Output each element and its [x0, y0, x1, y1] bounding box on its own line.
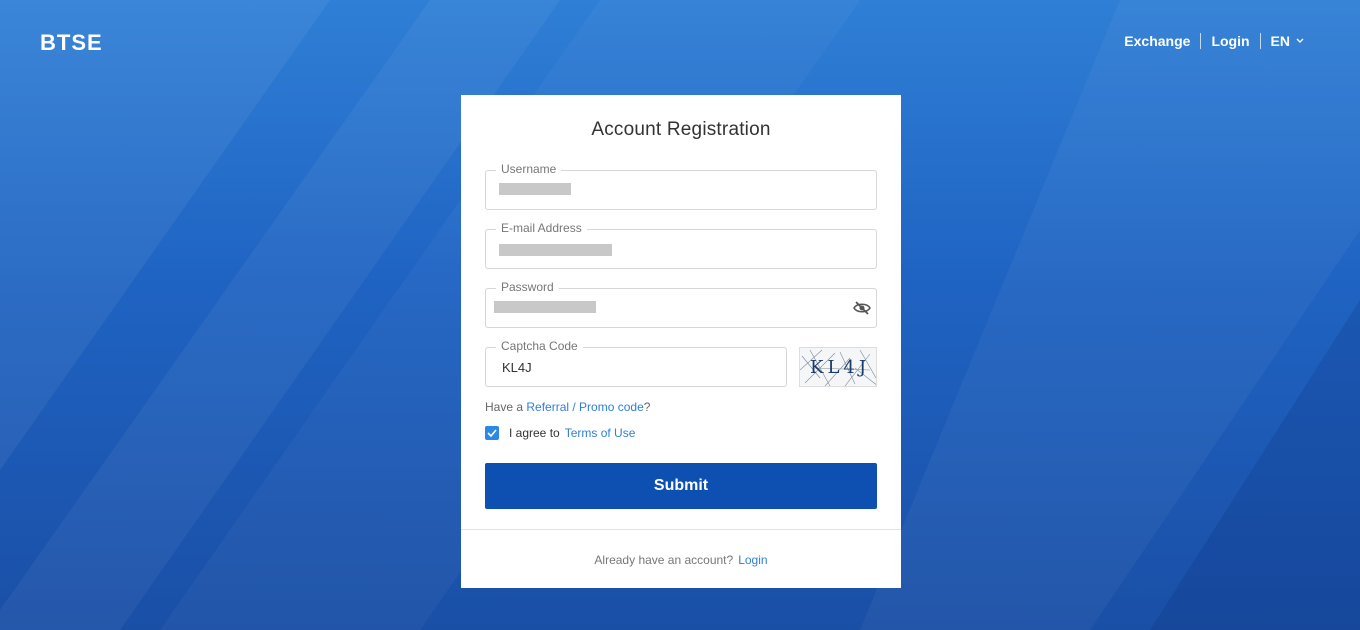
form-title: Account Registration [591, 119, 771, 140]
terms-checkbox[interactable] [485, 426, 499, 440]
agree-text: I agree to [509, 426, 560, 440]
terms-agreement: I agree to Terms of Use [485, 426, 635, 440]
nav-login-link[interactable]: Login [1211, 33, 1249, 49]
chevron-down-icon [1296, 38, 1304, 43]
login-link[interactable]: Login [738, 553, 767, 567]
password-redacted-value [494, 301, 596, 313]
login-prompt-text: Already have an account? [594, 553, 734, 567]
btse-logo[interactable]: BTSE [40, 30, 103, 56]
nav-divider [1259, 33, 1261, 49]
username-field[interactable]: Username [485, 162, 877, 210]
email-label: E-mail Address [496, 221, 587, 235]
terms-of-use-link[interactable]: Terms of Use [565, 426, 636, 440]
language-selector[interactable]: EN [1271, 33, 1304, 49]
captcha-image[interactable]: KL4J [799, 347, 877, 387]
captcha-image-text: KL4J [810, 357, 870, 378]
language-label: EN [1270, 33, 1290, 49]
top-nav: Exchange Login EN [1124, 33, 1304, 49]
password-label: Password [496, 280, 559, 294]
eye-off-icon[interactable] [853, 300, 871, 316]
login-prompt: Already have an account? Login [461, 553, 901, 567]
email-redacted-value [499, 244, 612, 256]
check-icon [487, 429, 497, 437]
password-field[interactable]: Password [485, 280, 877, 328]
username-label: Username [496, 162, 562, 176]
referral-prefix: Have a [485, 400, 524, 414]
username-redacted-value [499, 183, 571, 195]
email-field[interactable]: E-mail Address [485, 221, 877, 269]
submit-button[interactable]: Submit [485, 463, 877, 509]
registration-card: Account Registration Username E-mail Add… [461, 95, 901, 588]
referral-suffix: ? [643, 400, 651, 414]
captcha-input-value: KL4J [502, 360, 532, 375]
captcha-field[interactable]: Captcha Code KL4J [485, 339, 787, 387]
captcha-label: Captcha Code [496, 339, 583, 353]
divider [461, 529, 901, 530]
referral-prompt: Have a Referral / Promo code? [485, 400, 650, 414]
nav-exchange-link[interactable]: Exchange [1124, 33, 1190, 49]
nav-divider [1200, 33, 1202, 49]
referral-promo-link[interactable]: Referral / Promo code [526, 400, 643, 414]
